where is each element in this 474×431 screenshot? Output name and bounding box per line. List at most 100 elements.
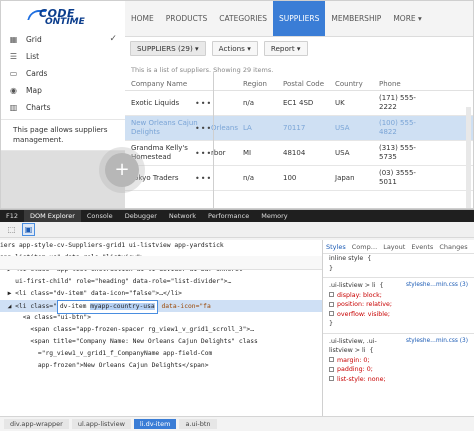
- dom-line-text: <span class="app-frozen-spacer rg_view1_…: [0, 326, 255, 333]
- col-postal-code[interactable]: Postal Code: [283, 80, 335, 88]
- property-checkbox[interactable]: [329, 357, 334, 362]
- property-checkbox[interactable]: [329, 376, 334, 381]
- sidebar-item-charts[interactable]: ▥ Charts: [1, 99, 125, 116]
- region-cell: LA: [243, 124, 252, 132]
- devtools-tab-debugger[interactable]: Debugger: [119, 210, 163, 222]
- styles-tab-changes[interactable]: Changes: [436, 243, 470, 251]
- nav-suppliers[interactable]: SUPPLIERS: [273, 1, 326, 36]
- highlight-element-icon[interactable]: ▣: [22, 223, 35, 236]
- dom-line-text: <span title="Company Name: New Orleans C…: [0, 338, 258, 345]
- city-cell: rbor: [211, 149, 226, 157]
- country-cell: USA: [335, 124, 350, 132]
- row-menu-icon[interactable]: •••: [195, 124, 212, 133]
- nav-home[interactable]: HOME: [125, 1, 160, 36]
- dom-tree[interactable]: iers app-style-cv-Suppliers-grid1 ui-lis…: [0, 240, 322, 416]
- dom-line[interactable]: ▶ <li class="dv-item" data-icon="false">…: [0, 288, 322, 300]
- row-menu-icon[interactable]: •••: [195, 149, 212, 158]
- styles-tabs: Styles Comp… Layout Events Changes: [323, 240, 474, 254]
- table-row[interactable]: Grandma Kelly's Homestead ••• rbor MI 48104 U…: [125, 141, 473, 166]
- styles-pane: Styles Comp… Layout Events Changes inlin…: [322, 240, 474, 416]
- row-menu-icon[interactable]: •••: [195, 99, 212, 108]
- col-region[interactable]: Region: [243, 80, 283, 88]
- add-record-button[interactable]: +: [105, 153, 139, 187]
- dom-line[interactable]: ui-first-child" role="heading" data-role…: [0, 276, 322, 288]
- dom-line[interactable]: <span title="Company Name: New Orleans C…: [0, 336, 322, 348]
- dom-line[interactable]: app-frozen">New Orleans Cajun Delights</…: [0, 360, 322, 372]
- sidebar-item-cards[interactable]: ▭ Cards: [1, 65, 125, 82]
- breadcrumb-item[interactable]: a.ui-btn: [179, 419, 217, 429]
- dom-search-bar[interactable]: [0, 256, 322, 270]
- dom-line[interactable]: iers app-style-cv-Suppliers-grid1 ui-lis…: [0, 240, 322, 252]
- dom-line[interactable]: <span class="app-frozen-spacer rg_view1_…: [0, 324, 322, 336]
- property-checkbox[interactable]: [329, 292, 334, 297]
- style-selector: .ui-listview, .ui-: [329, 337, 377, 345]
- col-phone[interactable]: Phone: [379, 80, 429, 88]
- region-cell: n/a: [243, 99, 255, 107]
- grid-icon: ▦: [9, 35, 18, 44]
- app-logo[interactable]: CODE ONTIME: [1, 1, 125, 31]
- sidebar-item-grid[interactable]: ▦ Grid ✓: [1, 31, 125, 48]
- rule-divider: [323, 329, 474, 334]
- style-property[interactable]: padding: 0;: [337, 366, 373, 373]
- nav-membership[interactable]: MEMBERSHIP: [325, 1, 387, 36]
- stylesheet-link[interactable]: styleshe…min.css (3): [406, 281, 468, 291]
- logo-line2: ONTIME: [45, 17, 85, 27]
- property-checkbox[interactable]: [329, 311, 334, 316]
- report-button[interactable]: Report ▾: [263, 40, 308, 56]
- dom-line[interactable]: <a class="ui-btn">: [0, 312, 322, 324]
- style-property[interactable]: list-style: none;: [337, 376, 386, 383]
- col-company-name[interactable]: Company Name: [125, 80, 211, 88]
- sidebar-item-label: Charts: [26, 103, 51, 112]
- property-checkbox[interactable]: [329, 301, 334, 307]
- style-property[interactable]: display: block;: [337, 292, 382, 299]
- sidebar-item-label: Grid: [26, 35, 42, 44]
- style-rule-line: list-style: none;: [323, 375, 474, 385]
- table-row[interactable]: Tokyo Traders ••• n/a 100 Japan (03) 3555- 50…: [125, 166, 473, 191]
- rule-divider: [323, 273, 474, 278]
- property-checkbox[interactable]: [329, 366, 334, 372]
- stylesheet-link[interactable]: styleshe…min.css (3): [406, 337, 468, 347]
- nav-categories[interactable]: CATEGORIES: [213, 1, 273, 36]
- nav-products[interactable]: PRODUCTS: [160, 1, 213, 36]
- devtools-tab-f12[interactable]: F12: [0, 210, 24, 222]
- dom-line-text: <a class="ui-btn">: [0, 314, 91, 321]
- sidebar-item-list[interactable]: ☰ List: [1, 48, 125, 65]
- actions-button[interactable]: Actions ▾: [211, 40, 258, 56]
- sidebar-item-map[interactable]: ◉ Map: [1, 82, 125, 99]
- vertical-scrollbar[interactable]: [466, 107, 471, 208]
- style-property[interactable]: overflow: visible;: [337, 311, 390, 318]
- sidebar-item-label: List: [26, 52, 40, 61]
- style-property[interactable]: position: relative;: [337, 301, 392, 308]
- cards-icon: ▭: [9, 69, 18, 78]
- col-country[interactable]: Country: [335, 80, 379, 88]
- dom-line-text: ui-first-child" role="heading" data-role…: [0, 278, 232, 285]
- styles-tab-events[interactable]: Events: [408, 243, 436, 251]
- dom-line[interactable]: ◢ <li class=" dv-item myapp-country-usa d…: [0, 300, 322, 314]
- phone-cell: (171) 555- 2222: [379, 94, 416, 111]
- devtools-tab-memory[interactable]: Memory: [255, 210, 293, 222]
- row-menu-icon[interactable]: •••: [195, 174, 212, 183]
- list-info: This is a list of suppliers. Showing 29 …: [131, 66, 274, 74]
- style-property[interactable]: margin: 0;: [337, 357, 369, 364]
- breadcrumb-item[interactable]: li.dv-item: [133, 419, 177, 429]
- grid-toolbar: SUPPLIERS (29) ▾ Actions ▾ Report ▾: [125, 38, 473, 58]
- devtools-tab-dom-explorer[interactable]: DOM Explorer: [24, 210, 81, 222]
- list-icon: ☰: [9, 52, 18, 61]
- table-row[interactable]: Exotic Liquids ••• n/a EC1 4SD UK (171) 555- …: [125, 91, 473, 116]
- nav-more[interactable]: MORE ▾: [387, 1, 427, 36]
- devtools-tab-network[interactable]: Network: [163, 210, 202, 222]
- breadcrumb-item[interactable]: ul.app-listview: [71, 419, 131, 429]
- select-element-icon[interactable]: ⬚: [6, 224, 17, 235]
- styles-tab-layout[interactable]: Layout: [380, 243, 408, 251]
- devtools-tab-console[interactable]: Console: [81, 210, 119, 222]
- styles-tab-computed[interactable]: Comp…: [349, 243, 380, 251]
- country-cell: USA: [335, 149, 350, 157]
- breadcrumb-item[interactable]: div.app-wrapper: [4, 419, 69, 429]
- suppliers-view-button[interactable]: SUPPLIERS (29) ▾: [130, 40, 206, 56]
- dom-line[interactable]: ="rg_view1_v_grid1_f_CompanyName app-fie…: [0, 348, 322, 360]
- charts-icon: ▥: [9, 103, 18, 112]
- styles-tab-styles[interactable]: Styles: [323, 243, 349, 251]
- devtools-tab-performance[interactable]: Performance: [202, 210, 255, 222]
- table-row[interactable]: New Orleans Cajun Delights ••• Orleans LA 70…: [125, 116, 473, 141]
- postal-code-cell: 100: [283, 174, 297, 182]
